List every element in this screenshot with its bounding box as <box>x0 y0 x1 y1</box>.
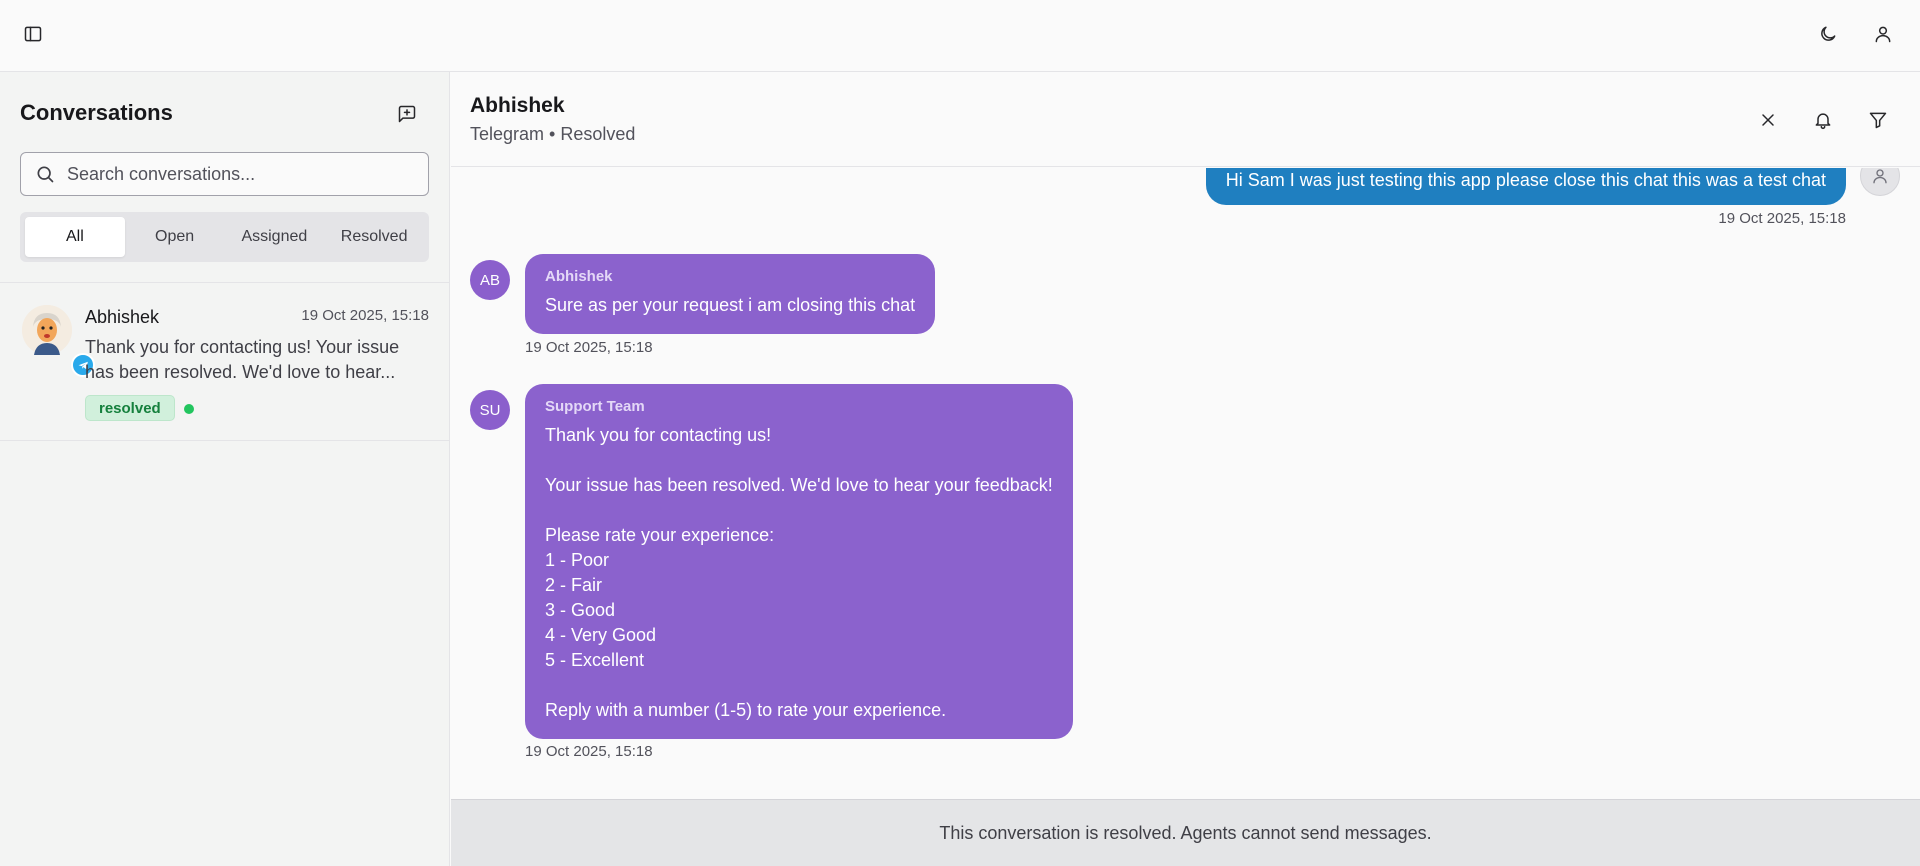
message-plus-icon <box>398 105 416 123</box>
bell-icon <box>1815 113 1831 130</box>
message-text: Sure as per your request i am closing th… <box>545 295 916 315</box>
message-timestamp: 19 Oct 2025, 15:18 <box>525 743 653 760</box>
tab-resolved[interactable]: Resolved <box>324 217 424 257</box>
sender-avatar: AB <box>470 260 510 300</box>
panel-left-icon <box>24 26 42 42</box>
conversation-time: 19 Oct 2025, 15:18 <box>301 307 429 324</box>
moon-icon <box>1821 26 1836 41</box>
online-status-dot <box>184 404 194 414</box>
message-text: Thank you for contacting us! Your issue … <box>545 425 1053 720</box>
outgoing-message-bubble: Hi Sam I was just testing this app pleas… <box>1205 168 1846 205</box>
resolved-notice: This conversation is resolved. Agents ca… <box>451 799 1920 866</box>
theme-toggle-button[interactable] <box>1808 14 1848 54</box>
close-conversation-button[interactable] <box>1748 100 1788 140</box>
user-menu-button[interactable] <box>1863 14 1903 54</box>
notifications-button[interactable] <box>1803 100 1843 140</box>
chat-panel: Abhishek Telegram • Resolved Hi Sam I wa… <box>451 72 1920 866</box>
filter-icon <box>1869 112 1887 129</box>
incoming-message-bubble: Abhishek Sure as per your request i am c… <box>525 254 936 334</box>
filter-button[interactable] <box>1858 100 1898 140</box>
agent-avatar <box>1860 168 1900 196</box>
conversation-list-item[interactable]: Abhishek 19 Oct 2025, 15:18 Thank you fo… <box>0 282 449 441</box>
conversation-name: Abhishek <box>85 307 160 327</box>
avatar <box>22 305 95 377</box>
message-sender: Support Team <box>545 398 645 415</box>
search-icon <box>37 166 54 183</box>
sidebar-title: Conversations <box>20 100 173 125</box>
status-badge: resolved <box>85 395 175 421</box>
incoming-message-bubble: Support Team Thank you for contacting us… <box>525 384 1073 739</box>
tab-open[interactable]: Open <box>125 217 225 257</box>
message-timestamp: 19 Oct 2025, 15:18 <box>525 339 653 356</box>
user-icon <box>1875 26 1891 43</box>
search-input[interactable] <box>67 163 407 185</box>
chat-subtitle: Telegram • Resolved <box>470 124 636 144</box>
filter-tabs: All Open Assigned Resolved <box>20 212 429 262</box>
tab-assigned[interactable]: Assigned <box>225 217 325 257</box>
search-box[interactable] <box>20 152 429 196</box>
close-icon <box>1762 114 1774 126</box>
avatar-illustration <box>22 305 72 355</box>
message-list[interactable]: Hi Sam I was just testing this app pleas… <box>451 168 1920 798</box>
chat-title: Abhishek <box>470 94 565 117</box>
message-sender: Abhishek <box>545 268 613 285</box>
new-conversation-button[interactable] <box>387 94 427 134</box>
conversations-sidebar: Conversations All Open Assigned Resolved <box>0 72 450 866</box>
top-bar <box>0 0 1920 72</box>
user-icon <box>1873 169 1887 184</box>
sender-avatar: SU <box>470 390 510 430</box>
conversation-preview: Thank you for contacting us! Your issue … <box>85 337 400 382</box>
sidebar-toggle-button[interactable] <box>13 14 53 54</box>
tab-all[interactable]: All <box>25 217 125 257</box>
message-timestamp: 19 Oct 2025, 15:18 <box>1718 210 1846 227</box>
chat-header: Abhishek Telegram • Resolved <box>451 72 1920 167</box>
